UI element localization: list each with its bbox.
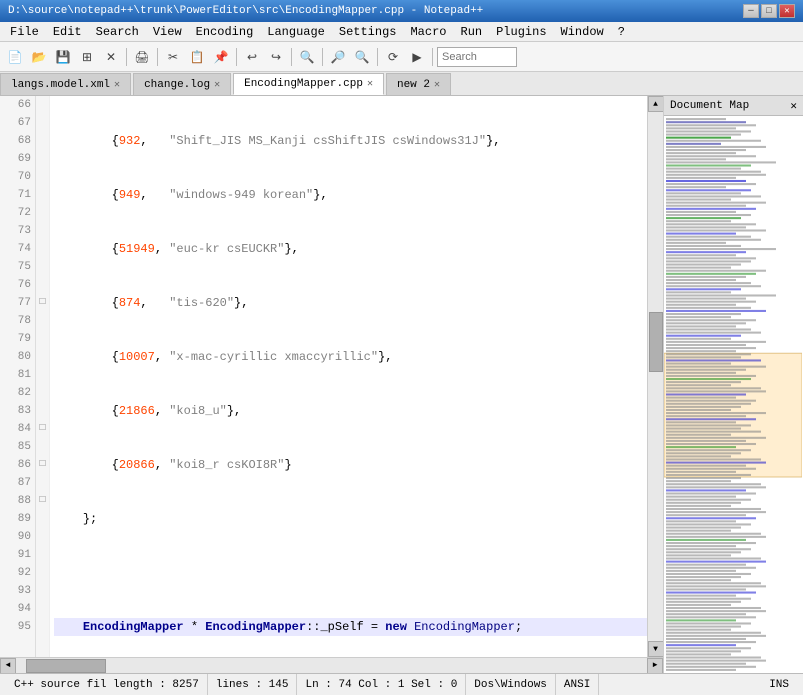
zoom-in-button[interactable]: 🔎	[327, 46, 349, 68]
scroll-track[interactable]	[648, 112, 664, 641]
search-box[interactable]	[437, 47, 517, 67]
close-button-tb[interactable]: ✕	[100, 46, 122, 68]
scroll-thumb[interactable]	[649, 312, 663, 372]
redo-button[interactable]: ↪	[265, 46, 287, 68]
menu-search[interactable]: Search	[90, 24, 145, 40]
fold-gutter: □ □ □ □	[36, 96, 50, 657]
print-button[interactable]: 🖨	[131, 46, 153, 68]
menu-settings[interactable]: Settings	[333, 24, 403, 40]
zoom-out-button[interactable]: 🔍	[351, 46, 373, 68]
menu-language[interactable]: Language	[261, 24, 331, 40]
find-button[interactable]: 🔍	[296, 46, 318, 68]
separator-7	[432, 48, 433, 66]
menu-edit[interactable]: Edit	[47, 24, 88, 40]
document-map-close[interactable]: ✕	[790, 99, 797, 113]
eol-type: Dos\Windows	[466, 674, 556, 695]
file-info: C++ source fil length : 8257	[6, 674, 208, 695]
app-title: D:\source\notepad++\trunk\PowerEditor\sr…	[8, 5, 483, 17]
scroll-down-button[interactable]: ▼	[648, 641, 664, 657]
tab-new2[interactable]: new 2 ✕	[386, 73, 451, 95]
undo-button[interactable]: ↩	[241, 46, 263, 68]
search-input[interactable]	[442, 51, 502, 63]
menu-bar: File Edit Search View Encoding Language …	[0, 22, 803, 42]
main-area: 66 67 68 69 70 71 72 73 74 75 76 77 78 7…	[0, 96, 803, 673]
separator-3	[236, 48, 237, 66]
line-numbers: 66 67 68 69 70 71 72 73 74 75 76 77 78 7…	[0, 96, 36, 657]
h-scroll-track[interactable]	[16, 658, 647, 674]
menu-file[interactable]: File	[4, 24, 45, 40]
save-button[interactable]: 💾	[52, 46, 74, 68]
tab-close-icon[interactable]: ✕	[214, 79, 220, 91]
copy-button[interactable]: 📋	[186, 46, 208, 68]
code-line: {932, "Shift_JIS MS_Kanji csShiftJIS csW…	[54, 132, 647, 150]
tab-label: EncodingMapper.cpp	[244, 78, 363, 90]
paste-button[interactable]: 📌	[210, 46, 232, 68]
tab-close-icon[interactable]: ✕	[434, 79, 440, 91]
code-line: {874, "tis-620"},	[54, 294, 647, 312]
scroll-left-button[interactable]: ◄	[0, 658, 16, 674]
document-map-svg	[664, 116, 802, 673]
editor[interactable]: 66 67 68 69 70 71 72 73 74 75 76 77 78 7…	[0, 96, 663, 657]
code-line: {949, "windows-949 korean"},	[54, 186, 647, 204]
toolbar: 📄 📂 💾 ⊞ ✕ 🖨 ✂ 📋 📌 ↩ ↪ 🔍 🔎 🔍 ⟳ ▶	[0, 42, 803, 72]
cut-button[interactable]: ✂	[162, 46, 184, 68]
tab-label: new 2	[397, 79, 430, 91]
scroll-up-button[interactable]: ▲	[648, 96, 664, 112]
separator-5	[322, 48, 323, 66]
tab-bar: langs.model.xml ✕ change.log ✕ EncodingM…	[0, 72, 803, 96]
cursor-position: Ln : 74 Col : 1 Sel : 0	[297, 674, 466, 695]
separator-6	[377, 48, 378, 66]
editor-container: 66 67 68 69 70 71 72 73 74 75 76 77 78 7…	[0, 96, 663, 673]
separator-1	[126, 48, 127, 66]
menu-macro[interactable]: Macro	[404, 24, 452, 40]
minimize-button[interactable]: ─	[743, 4, 759, 18]
horizontal-scrollbar[interactable]: ◄ ►	[0, 657, 663, 673]
menu-run[interactable]: Run	[455, 24, 489, 40]
title-bar: D:\source\notepad++\trunk\PowerEditor\sr…	[0, 0, 803, 22]
menu-help[interactable]: ?	[612, 24, 631, 40]
line-count: lines : 145	[208, 674, 298, 695]
tab-label: change.log	[144, 79, 210, 91]
new-button[interactable]: 📄	[4, 46, 26, 68]
menu-window[interactable]: Window	[555, 24, 610, 40]
maximize-button[interactable]: □	[761, 4, 777, 18]
document-map-title: Document Map	[670, 100, 749, 112]
run-button[interactable]: ▶	[406, 46, 428, 68]
close-button[interactable]: ✕	[779, 4, 795, 18]
tab-close-icon[interactable]: ✕	[367, 78, 373, 90]
code-line: {20866, "koi8_r csKOI8R"}	[54, 456, 647, 474]
code-line: {10007, "x-mac-cyrillic xmaccyrillic"},	[54, 348, 647, 366]
code-line	[54, 564, 647, 582]
encoding-type: ANSI	[556, 674, 599, 695]
separator-4	[291, 48, 292, 66]
scroll-right-button[interactable]: ►	[647, 658, 663, 674]
code-line: EncodingMapper * EncodingMapper::_pSelf …	[54, 618, 647, 636]
menu-view[interactable]: View	[147, 24, 188, 40]
menu-encoding[interactable]: Encoding	[190, 24, 260, 40]
open-button[interactable]: 📂	[28, 46, 50, 68]
tab-close-icon[interactable]: ✕	[114, 79, 120, 91]
document-map-header: Document Map ✕	[664, 96, 803, 116]
tab-label: langs.model.xml	[11, 79, 110, 91]
document-map: Document Map ✕	[663, 96, 803, 673]
code-line: };	[54, 510, 647, 528]
tab-change-log[interactable]: change.log ✕	[133, 73, 231, 95]
separator-2	[157, 48, 158, 66]
code-line: {51949, "euc-kr csEUCKR"},	[54, 240, 647, 258]
code-line: {21866, "koi8_u"},	[54, 402, 647, 420]
insert-mode: INS	[761, 674, 797, 695]
document-map-content	[664, 116, 803, 673]
code-area[interactable]: {932, "Shift_JIS MS_Kanji csShiftJIS csW…	[50, 96, 647, 657]
h-scroll-thumb[interactable]	[26, 659, 106, 673]
tab-langs-model[interactable]: langs.model.xml ✕	[0, 73, 131, 95]
status-bar: C++ source fil length : 8257 lines : 145…	[0, 673, 803, 695]
menu-plugins[interactable]: Plugins	[490, 24, 552, 40]
window-controls: ─ □ ✕	[743, 4, 795, 18]
sync-button[interactable]: ⟳	[382, 46, 404, 68]
tab-encoding-mapper[interactable]: EncodingMapper.cpp ✕	[233, 73, 384, 95]
vertical-scrollbar[interactable]: ▲ ▼	[647, 96, 663, 657]
save-all-button[interactable]: ⊞	[76, 46, 98, 68]
